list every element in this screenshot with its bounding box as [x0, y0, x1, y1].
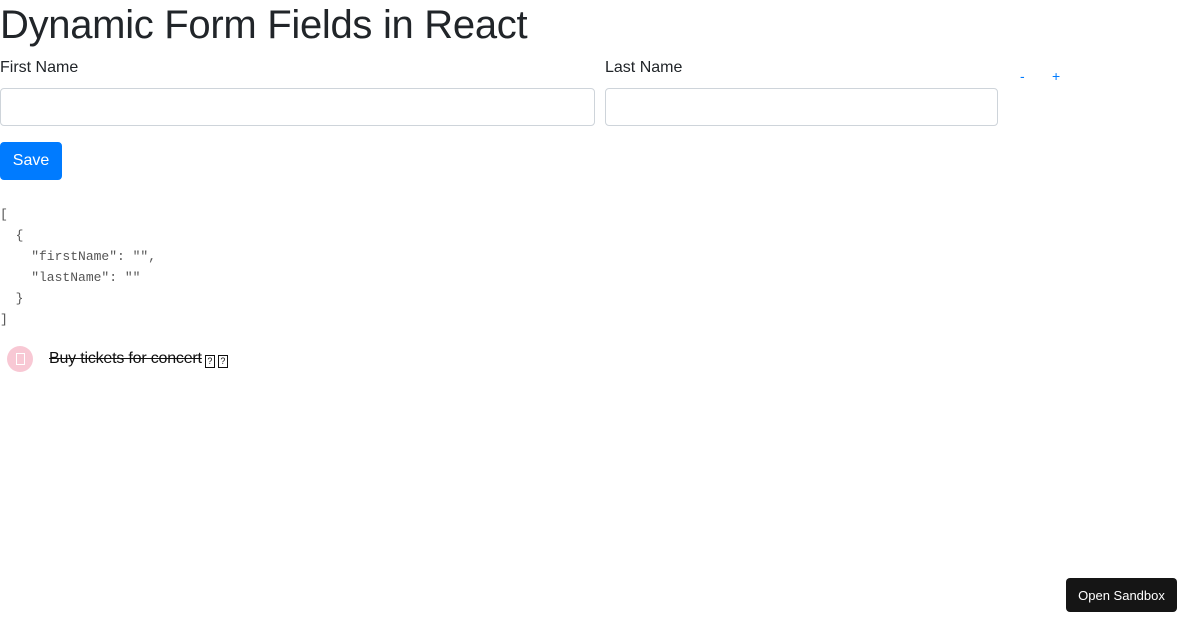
open-sandbox-button[interactable]: Open Sandbox — [1066, 578, 1177, 612]
save-button[interactable]: Save — [0, 142, 62, 180]
todo-label: Buy tickets for concert — [49, 350, 202, 367]
form-values-output: [ { "firstName": "", "lastName": "" } ] — [0, 207, 157, 327]
last-name-input[interactable] — [605, 88, 998, 126]
last-name-label: Last Name — [605, 59, 683, 76]
missing-glyph-icon: ? — [217, 355, 228, 368]
todo-text: Buy tickets for concert?? — [49, 350, 228, 368]
remove-field-button[interactable]: - — [1020, 68, 1025, 84]
missing-glyph-icon: ? — [204, 355, 215, 368]
add-field-button[interactable]: + — [1052, 68, 1060, 84]
first-name-label: First Name — [0, 59, 79, 76]
first-name-input[interactable] — [0, 88, 595, 126]
page-title: Dynamic Form Fields in React — [0, 3, 528, 47]
todo-item[interactable]: Buy tickets for concert?? — [7, 346, 228, 372]
missing-glyph-icon[interactable] — [7, 346, 33, 372]
glyph-box-icon — [15, 353, 25, 365]
